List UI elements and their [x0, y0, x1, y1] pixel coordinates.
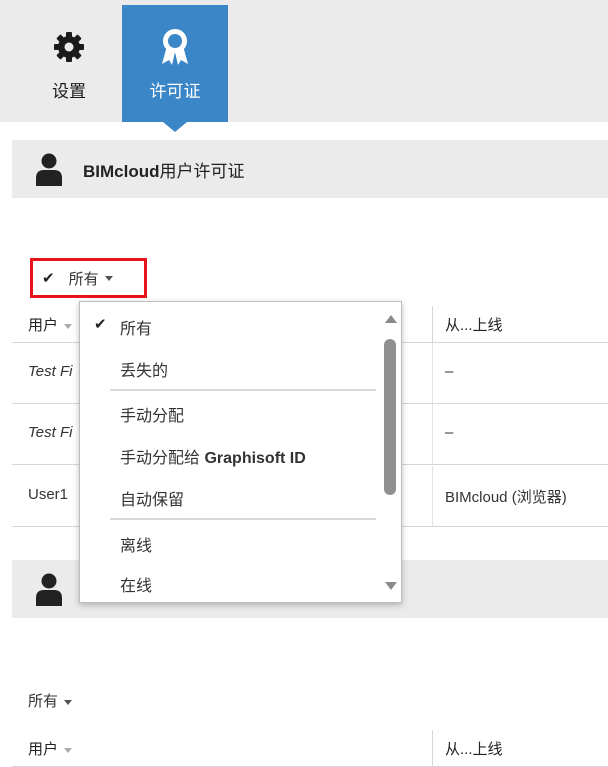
column-header-online-from[interactable]: 从...上线: [445, 738, 503, 759]
column-divider: [432, 404, 433, 464]
dropdown-item-manual-graphisoft-id[interactable]: 手动分配给 Graphisoft ID: [80, 433, 380, 473]
person-icon: [36, 573, 62, 606]
scroll-up-icon[interactable]: [385, 315, 397, 323]
dropdown-item-manual[interactable]: 手动分配: [80, 391, 380, 431]
check-icon: ✔: [42, 270, 55, 287]
column-header-online-from[interactable]: 从...上线: [445, 314, 503, 335]
cell-user: Test Fi: [28, 424, 73, 441]
chevron-down-icon: [64, 699, 73, 705]
cell-online-from: –: [445, 424, 454, 441]
tab-license-label: 许可证: [149, 82, 201, 101]
filter-dropdown-button-2[interactable]: 所有: [28, 690, 73, 711]
tab-license[interactable]: 许可证: [122, 5, 228, 122]
cell-online-from: –: [445, 363, 454, 380]
dropdown-item-online[interactable]: 在线: [80, 561, 380, 601]
gear-icon: [51, 29, 87, 65]
check-icon: ✔: [94, 316, 107, 333]
cell-user: Test Fi: [28, 363, 73, 380]
tab-settings-label: 设置: [52, 82, 86, 101]
column-divider: [432, 466, 433, 526]
cell-user: User1: [28, 486, 69, 503]
sort-caret-icon: [64, 747, 73, 753]
chevron-down-icon: [104, 275, 113, 281]
table-header-2: 用户 从...上线: [12, 730, 608, 767]
filter-label: 所有: [68, 270, 99, 288]
scroll-down-icon[interactable]: [385, 582, 397, 590]
cell-online-from: BIMcloud (浏览器): [445, 489, 567, 506]
person-icon: [36, 153, 62, 186]
column-header-user[interactable]: 用户: [28, 314, 73, 335]
scrollbar-thumb[interactable]: [384, 339, 396, 495]
column-divider: [432, 343, 433, 403]
sort-caret-icon: [64, 323, 73, 329]
column-header-user[interactable]: 用户: [28, 738, 73, 759]
dropdown-item-offline[interactable]: 离线: [80, 521, 380, 561]
dropdown-item-all[interactable]: ✔ 所有: [80, 304, 380, 344]
award-ribbon-icon: [160, 29, 190, 65]
dropdown-item-auto-reserve[interactable]: 自动保留: [80, 475, 380, 515]
filter-dropdown-menu: ✔ 所有 丢失的 手动分配 手动分配给 Graphisoft ID 自动保留 离…: [79, 301, 402, 603]
active-tab-caret: [163, 122, 187, 132]
section-title: BIMcloud用户许可证: [83, 161, 245, 181]
filter-dropdown-button[interactable]: ✔ 所有: [30, 258, 147, 298]
column-divider: [432, 306, 433, 342]
tab-settings[interactable]: 设置: [16, 5, 122, 122]
column-divider: [432, 730, 433, 766]
dropdown-item-missing[interactable]: 丢失的: [80, 346, 380, 386]
dropdown-divider: [110, 518, 376, 520]
section-header-bimcloud-licenses: BIMcloud用户许可证: [12, 140, 608, 198]
dropdown-scrollbar[interactable]: [380, 302, 401, 602]
